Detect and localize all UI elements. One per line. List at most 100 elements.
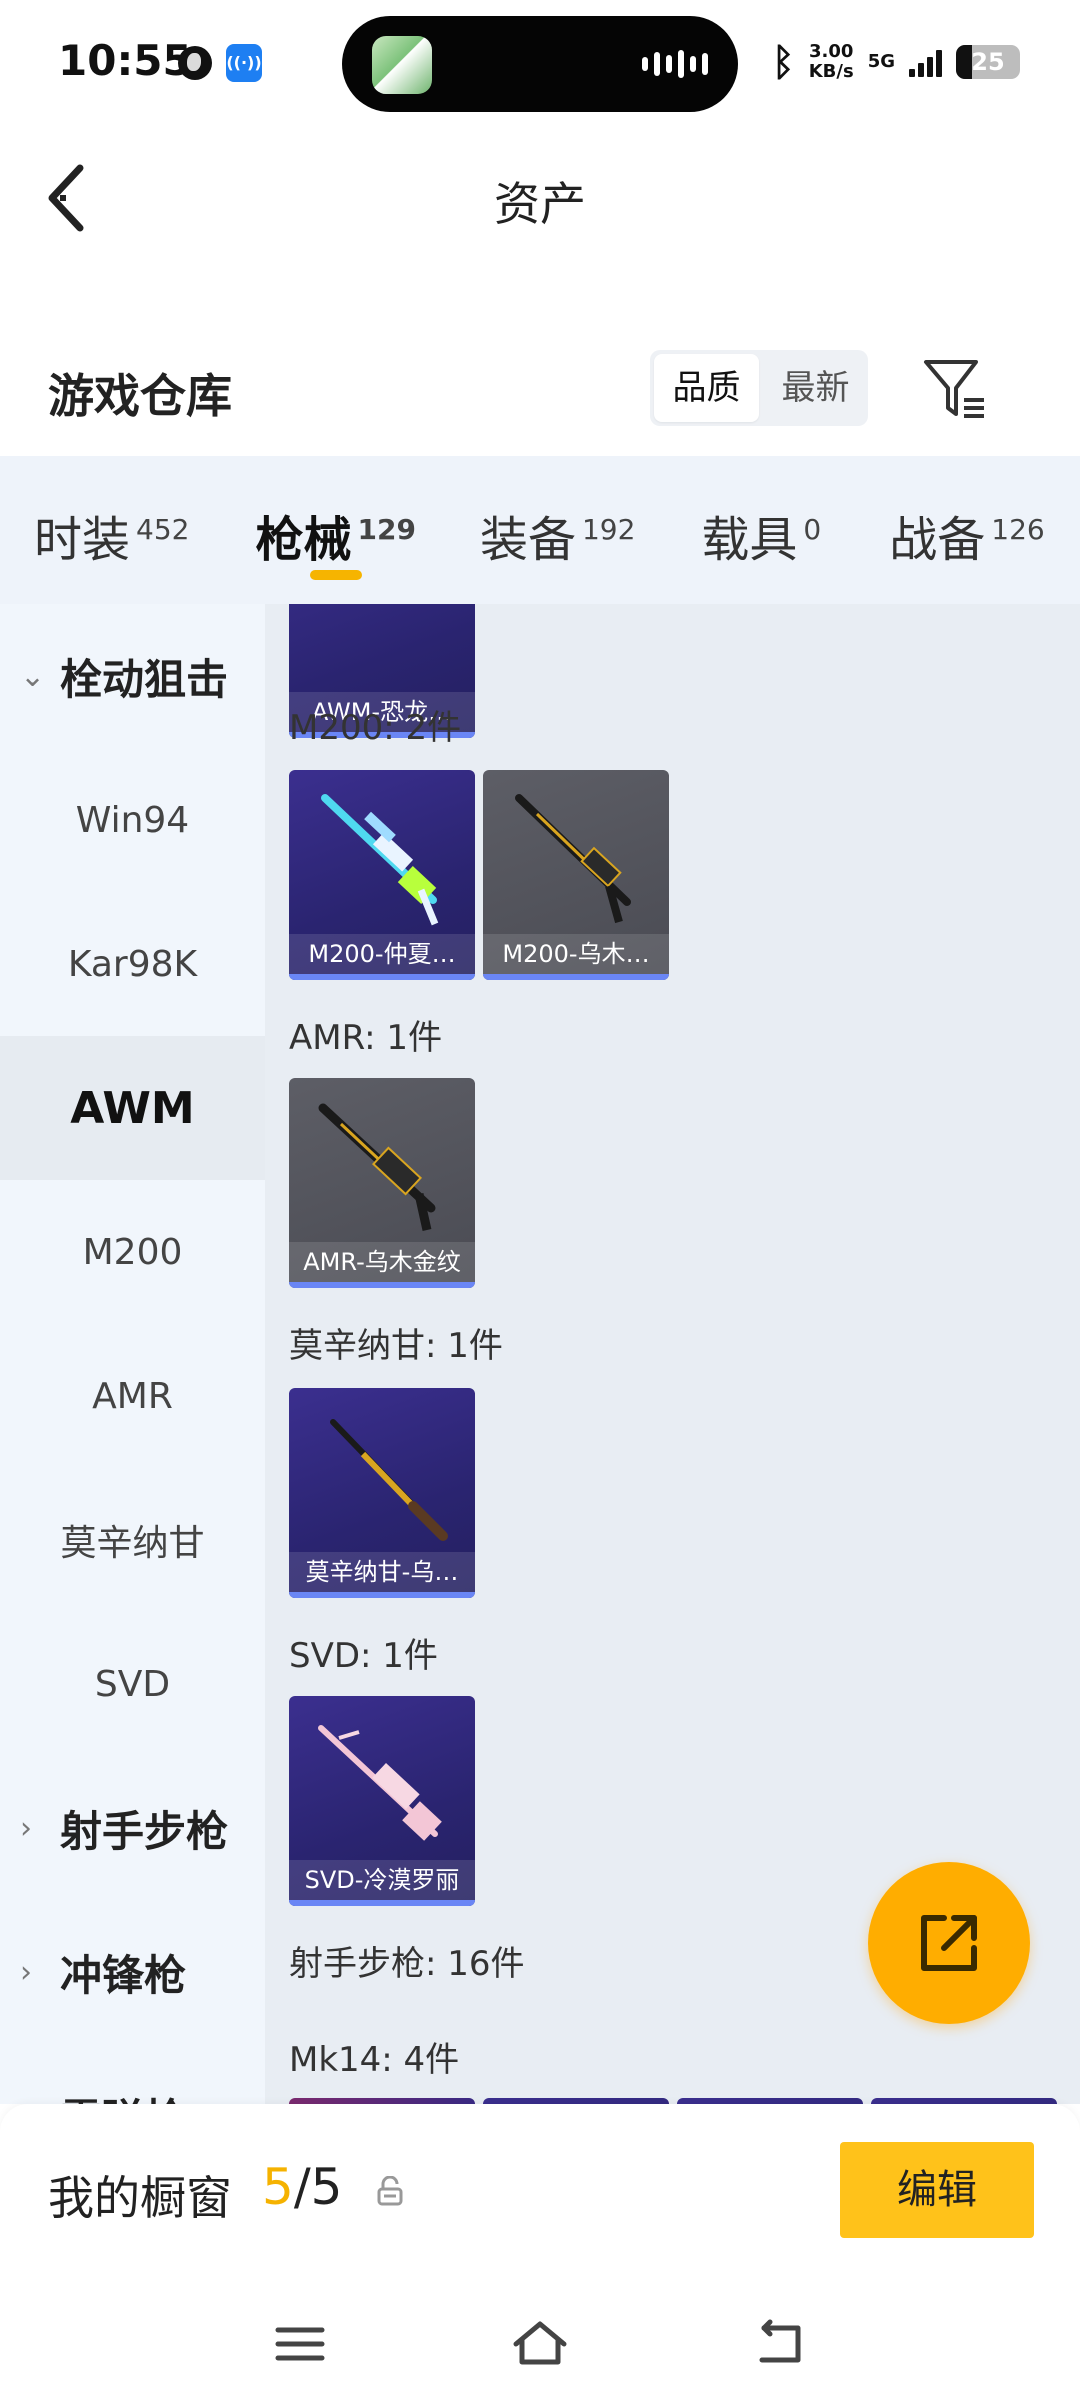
share-external-icon	[921, 1915, 977, 1971]
sidebar-item-mosin[interactable]: 莫辛纳甘	[0, 1468, 265, 1612]
tab-supplies[interactable]: 战备 126	[889, 456, 1044, 570]
tab-label: 时装	[34, 512, 131, 568]
card-caption: 莫辛纳甘-乌…	[289, 1552, 475, 1592]
bluetooth-icon: ᛒ	[771, 40, 795, 84]
sidebar-item-awm[interactable]: AWM	[0, 1036, 265, 1180]
weapon-card-amr-ebony[interactable]: AMR-乌木金纹	[289, 1078, 475, 1288]
network-speed: 3.00 KB/s	[809, 42, 854, 82]
lock-icon	[377, 2176, 403, 2206]
sidebar-item-label: AWM	[70, 1082, 195, 1134]
weapon-card-svd[interactable]: SVD-冷漠罗丽	[289, 1696, 475, 1906]
sidebar-item-label: 冲锋枪	[60, 1950, 187, 2000]
card-rarity-bar	[289, 1900, 475, 1906]
group-label-mosin: 莫辛纳甘: 1件	[289, 1326, 503, 1366]
share-fab-button[interactable]	[868, 1862, 1030, 2024]
tab-count: 0	[803, 513, 822, 546]
group-label-m200: M200: 2件	[289, 708, 462, 748]
sidebar-item-label: 栓动狙击	[60, 654, 229, 704]
sidebar-item-label: M200	[82, 1231, 183, 1273]
group-label-amr: AMR: 1件	[289, 1018, 443, 1058]
rifle-image-icon	[318, 1725, 442, 1841]
app-header: 资产	[0, 130, 1080, 260]
system-nav-bar	[0, 2284, 1080, 2400]
tab-count: 452	[136, 513, 190, 546]
home-nav-button[interactable]	[510, 2314, 570, 2374]
signal-icon	[909, 47, 942, 77]
network-type: 5G	[867, 51, 895, 72]
back-nav-button[interactable]	[750, 2314, 810, 2374]
sidebar-group-smg[interactable]: › 冲锋枪	[0, 1900, 265, 2044]
page-title: 资产	[494, 177, 586, 231]
weapon-card-m200-summer[interactable]: M200-仲夏…	[289, 770, 475, 980]
tab-label: 载具	[701, 512, 798, 568]
tab-label: 装备	[479, 512, 576, 568]
menu-nav-button[interactable]	[270, 2314, 330, 2374]
sidebar-item-win94[interactable]: Win94	[0, 748, 265, 892]
audio-wave-icon	[642, 50, 708, 78]
sidebar-item-label: SVD	[94, 1663, 171, 1705]
sidebar-group-bolt-action[interactable]: ⌄ 栓动狙击	[0, 604, 265, 748]
tab-vehicles[interactable]: 载具 0	[701, 456, 821, 570]
warehouse-bar: 游戏仓库 品质 最新	[0, 330, 1080, 450]
rifle-image-icon	[515, 794, 631, 924]
tab-firearms[interactable]: 枪械 129	[255, 456, 416, 580]
chevron-right-icon: ›	[20, 1954, 32, 1990]
sidebar-group-shotgun[interactable]: › 霰弹枪	[0, 2044, 265, 2105]
sidebar-item-label: Kar98K	[67, 943, 198, 985]
sidebar-item-amr[interactable]: AMR	[0, 1324, 265, 1468]
sort-toggle: 品质 最新	[650, 350, 868, 426]
battery-level: 25	[971, 48, 1005, 76]
sidebar-item-svd[interactable]: SVD	[0, 1612, 265, 1756]
chevron-down-icon: ⌄	[20, 658, 46, 694]
active-tab-indicator	[309, 570, 362, 580]
app-thumbnail-icon	[372, 36, 432, 94]
battery-icon: 25	[956, 45, 1020, 79]
showcase-separator: /	[293, 2158, 311, 2216]
browser-icon	[178, 46, 212, 80]
card-rarity-bar	[289, 1592, 475, 1598]
return-icon	[759, 2319, 801, 2363]
tab-count: 192	[581, 513, 636, 546]
edit-button[interactable]: 编辑	[840, 2142, 1034, 2238]
sidebar-item-label: 霰弹枪	[60, 2086, 186, 2105]
hotspot-icon: ((·))	[226, 44, 262, 82]
card-caption: AMR-乌木金纹	[289, 1242, 475, 1282]
card-rarity-bar	[289, 1282, 475, 1288]
card-rarity-bar	[483, 974, 669, 980]
chevron-right-icon: ›	[20, 1810, 32, 1846]
card-rarity-bar	[289, 974, 475, 980]
rifle-image-icon	[318, 1103, 436, 1231]
filter-button[interactable]	[922, 356, 988, 422]
category-tabs: 时装 452 枪械 129 装备 192 载具 0 战备 126	[0, 456, 1080, 604]
tab-count: 126	[991, 513, 1045, 546]
section-label-dmr: 射手步枪: 16件	[289, 1944, 525, 1984]
rifle-image-icon	[330, 1419, 448, 1541]
sort-newest-button[interactable]: 最新	[763, 350, 868, 426]
group-label-svd: SVD: 1件	[289, 1636, 438, 1676]
sidebar-item-label: 莫辛纳甘	[60, 1523, 205, 1564]
sidebar-item-m200[interactable]: M200	[0, 1180, 265, 1324]
tab-equipment[interactable]: 装备 192	[480, 456, 635, 570]
weapon-card-mosin[interactable]: 莫辛纳甘-乌…	[289, 1388, 475, 1598]
sidebar-item-kar98k[interactable]: Kar98K	[0, 892, 265, 1036]
showcase-label: 我的橱窗	[48, 2171, 232, 2225]
card-caption: M200-乌木…	[483, 934, 669, 974]
showcase-count: 5/5	[262, 2158, 342, 2216]
tab-count: 129	[357, 513, 416, 546]
dynamic-island[interactable]	[342, 16, 738, 112]
tab-label: 战备	[889, 512, 986, 568]
weapon-card-m200-ebony[interactable]: M200-乌木…	[483, 770, 669, 980]
speed-value: 3.00	[808, 41, 854, 62]
status-right: ᛒ 3.00 KB/s 5G 25	[772, 40, 1020, 84]
sidebar-group-dmr[interactable]: › 射手步枪	[0, 1756, 265, 1900]
sort-quality-button[interactable]: 品质	[654, 354, 759, 422]
tab-fashion[interactable]: 时装 452	[34, 456, 189, 570]
showcase-bar: 我的橱窗 5/5 编辑	[0, 2104, 1080, 2284]
menu-icon	[275, 2327, 325, 2361]
sidebar-item-label: Win94	[75, 799, 190, 841]
status-bar: 10:55 ((·)) ᛒ 3.00 KB/s 5G 25	[0, 0, 1080, 120]
tab-label: 枪械	[255, 512, 352, 568]
filter-icon	[924, 360, 984, 418]
showcase-current: 5	[262, 2158, 294, 2216]
speed-unit: KB/s	[808, 61, 854, 82]
